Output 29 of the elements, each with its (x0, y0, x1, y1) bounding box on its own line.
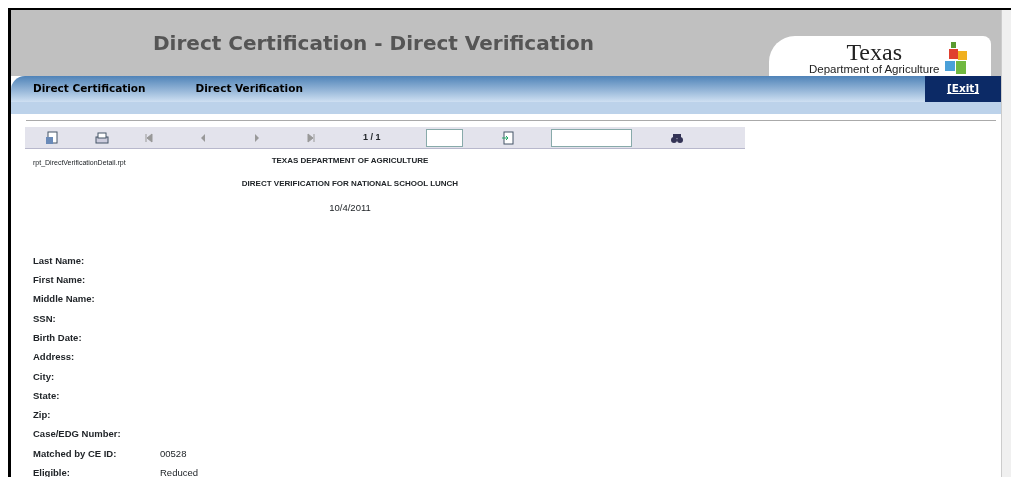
report-title: DIRECT VERIFICATION FOR NATIONAL SCHOOL LUNCH (241, 179, 459, 188)
field-label: State: (33, 388, 61, 403)
field-label: City: (33, 369, 56, 384)
logo-name: Texas (846, 39, 902, 64)
field-label: Birth Date: (33, 330, 83, 345)
field-value: Reduced (160, 466, 199, 477)
field-label: SSN: (33, 311, 57, 326)
nav-link[interactable]: Direct Verification (195, 81, 303, 97)
page-title: Direct Certification - Direct Verification (153, 30, 595, 57)
report-agency: TEXAS DEPARTMENT OF AGRICULTURE (271, 156, 429, 165)
field-label: Zip: (33, 408, 52, 423)
field-label: Middle Name: (33, 292, 96, 307)
logo-subtitle: Department of Agriculture (809, 63, 940, 75)
last-page-icon[interactable] (307, 130, 315, 145)
field-label: Last Name: (33, 253, 86, 268)
field-label: First Name: (33, 273, 87, 288)
export-icon[interactable] (45, 130, 59, 145)
nav-link[interactable]: Direct Certification (33, 81, 146, 97)
search-field[interactable] (550, 128, 632, 147)
field-label: Matched by CE ID: (33, 446, 118, 461)
page-indicator: 1 / 1 (363, 130, 381, 144)
report-date: 10/4/2011 (329, 202, 371, 213)
field-value: 00528 (160, 446, 187, 461)
page-number-field[interactable] (425, 128, 463, 147)
field-label: Address: (33, 350, 76, 365)
field-label: Case/EDG Number: (33, 427, 122, 442)
go-to-page-icon[interactable] (500, 130, 515, 145)
first-page-icon[interactable] (145, 130, 153, 145)
print-icon[interactable] (95, 130, 109, 145)
